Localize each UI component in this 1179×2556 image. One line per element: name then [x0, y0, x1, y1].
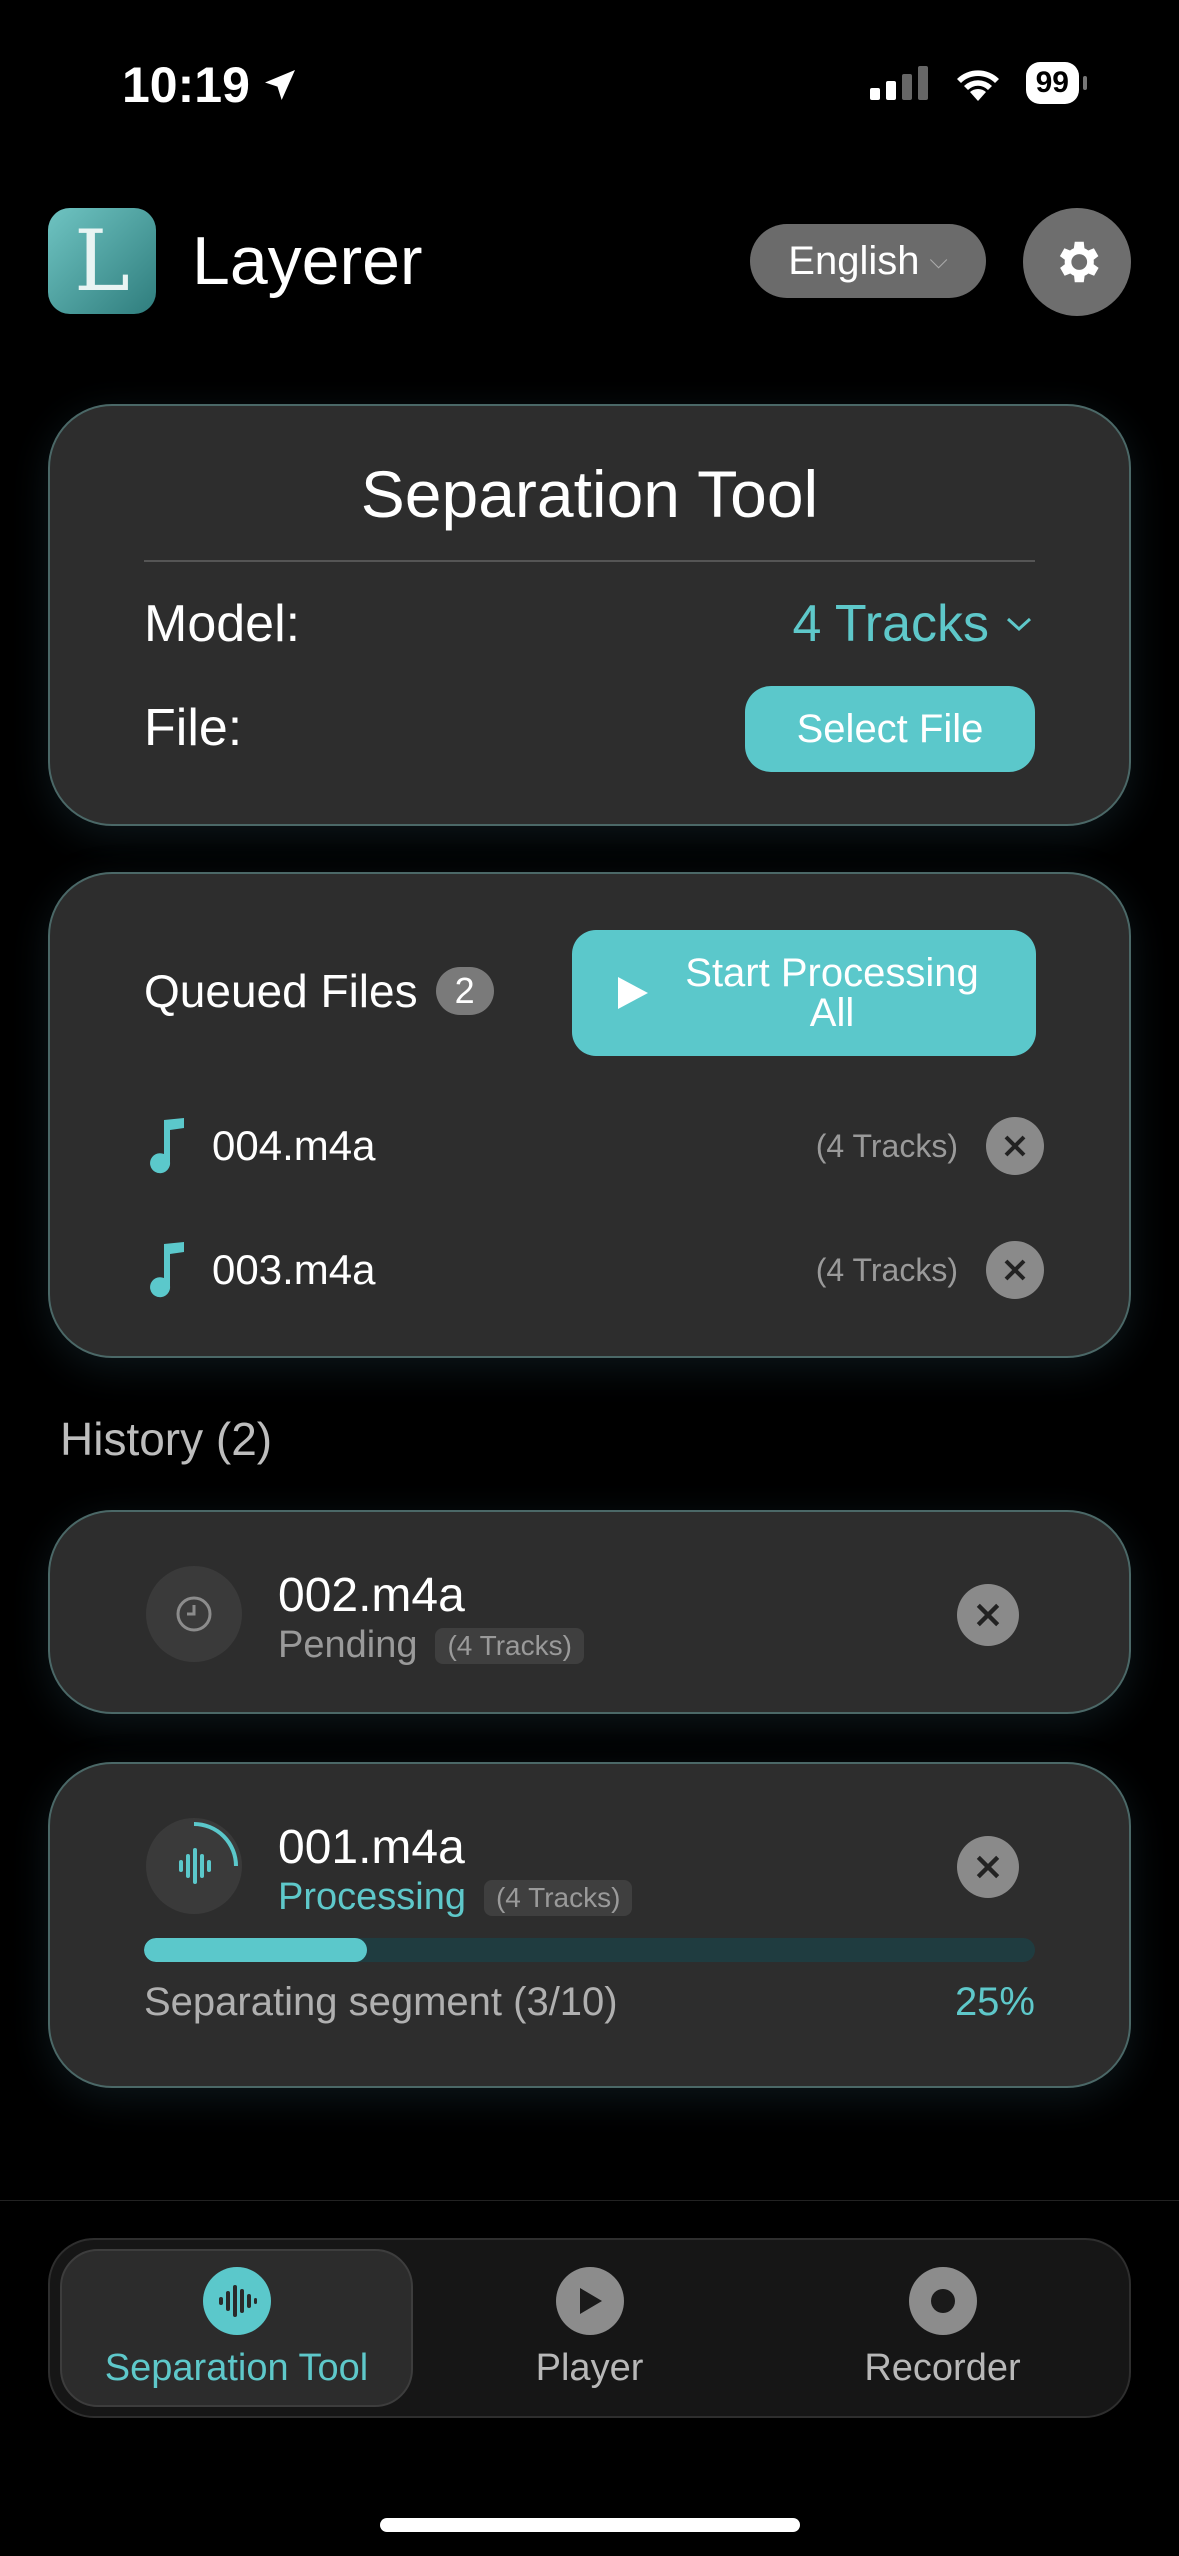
- tab-label: Recorder: [864, 2346, 1021, 2389]
- chevron-down-icon: ⌵: [929, 247, 948, 274]
- queued-files-header: Queued Files 2: [144, 964, 494, 1018]
- history-item-tracks: (4 Tracks): [483, 1879, 633, 1916]
- gear-icon: [1059, 241, 1099, 283]
- battery-indicator: 99: [1025, 62, 1088, 104]
- remove-history-item-button[interactable]: [957, 1584, 1019, 1646]
- queue-item-name: 003.m4a: [212, 1246, 376, 1293]
- history-item: 001.m4a Processing (4 Tracks) Separating…: [48, 1762, 1131, 2088]
- close-icon: [1004, 1259, 1026, 1281]
- card-title: Separation Tool: [360, 457, 819, 531]
- waveform-progress-icon: [146, 1818, 242, 1914]
- chevron-down-icon: [1006, 617, 1032, 632]
- tabbar-divider: [0, 2200, 1179, 2201]
- history-item: 002.m4a Pending (4 Tracks): [48, 1510, 1131, 1714]
- history-item-status: Processing: [278, 1876, 466, 1918]
- queue-item: 004.m4a (4 Tracks): [144, 1106, 1044, 1186]
- queued-files-title: Queued Files: [144, 965, 418, 1017]
- tab-label: Player: [535, 2346, 644, 2389]
- waveform-icon: [202, 2266, 271, 2335]
- clock-text: 10:19: [122, 57, 250, 113]
- app-logo: L: [48, 208, 156, 314]
- model-selector[interactable]: 4 Tracks: [793, 594, 1034, 654]
- start-processing-all-button[interactable]: Start Processing All: [572, 930, 1036, 1056]
- location-arrow-icon: [264, 70, 295, 100]
- queued-files-card: Queued Files 2 Start Processing All 004.…: [48, 872, 1131, 1358]
- remove-queue-item-button[interactable]: [986, 1117, 1044, 1175]
- record-icon: [908, 2266, 977, 2335]
- queue-item-tracks: (4 Tracks): [815, 1251, 958, 1288]
- queue-count-badge: 2: [435, 967, 494, 1015]
- status-time: 10:19: [122, 56, 300, 114]
- select-file-button[interactable]: Select File: [745, 686, 1035, 772]
- history-heading: History (2): [60, 1413, 273, 1465]
- wifi-icon: [956, 70, 999, 101]
- progress-bar-fill: [144, 1938, 367, 1962]
- tab-player[interactable]: Player: [413, 2249, 766, 2407]
- file-label: File:: [144, 699, 243, 757]
- play-icon: [555, 2266, 624, 2335]
- play-icon: [618, 977, 648, 1009]
- music-note-icon: [150, 1118, 184, 1174]
- start-processing-label: Start Processing All: [685, 951, 979, 1035]
- progress-bar: [144, 1938, 1035, 1962]
- language-selector[interactable]: English ⌵: [750, 224, 986, 298]
- queue-item-name: 004.m4a: [212, 1122, 376, 1169]
- history-item-name: 002.m4a: [278, 1569, 465, 1622]
- tab-bar: Separation Tool Player Recorder: [48, 2238, 1131, 2418]
- language-label: English: [788, 238, 920, 283]
- close-icon: [1004, 1135, 1026, 1157]
- history-item-status-row: Pending (4 Tracks): [278, 1624, 584, 1667]
- remove-queue-item-button[interactable]: [986, 1241, 1044, 1299]
- model-value: 4 Tracks: [792, 595, 990, 653]
- history-item-name: 001.m4a: [278, 1821, 465, 1874]
- tab-separation-tool[interactable]: Separation Tool: [60, 2249, 413, 2407]
- divider: [144, 560, 1035, 562]
- close-icon: [976, 1855, 1000, 1879]
- app-title: Layerer: [192, 223, 423, 299]
- music-note-icon: [150, 1242, 184, 1298]
- progress-percent: 25%: [954, 1980, 1035, 2024]
- tab-recorder[interactable]: Recorder: [766, 2249, 1119, 2407]
- home-indicator: [380, 2518, 800, 2532]
- remove-history-item-button[interactable]: [957, 1836, 1019, 1898]
- model-label: Model:: [144, 595, 301, 653]
- history-item-tracks: (4 Tracks): [435, 1627, 584, 1664]
- queue-item-tracks: (4 Tracks): [815, 1127, 958, 1164]
- history-item-status-row: Processing (4 Tracks): [278, 1876, 633, 1919]
- queue-item: 003.m4a (4 Tracks): [144, 1230, 1044, 1310]
- status-indicators: 99: [869, 62, 1088, 104]
- settings-button[interactable]: [1023, 208, 1131, 316]
- progress-text: Separating segment (3/10): [144, 1980, 618, 2024]
- clock-icon: [146, 1566, 242, 1662]
- history-item-status: Pending: [278, 1624, 418, 1666]
- tab-label: Separation Tool: [104, 2346, 369, 2389]
- close-icon: [976, 1603, 1000, 1627]
- cellular-signal-icon: [869, 66, 928, 100]
- separation-tool-card: Separation Tool Model: 4 Tracks File: Se…: [48, 404, 1131, 826]
